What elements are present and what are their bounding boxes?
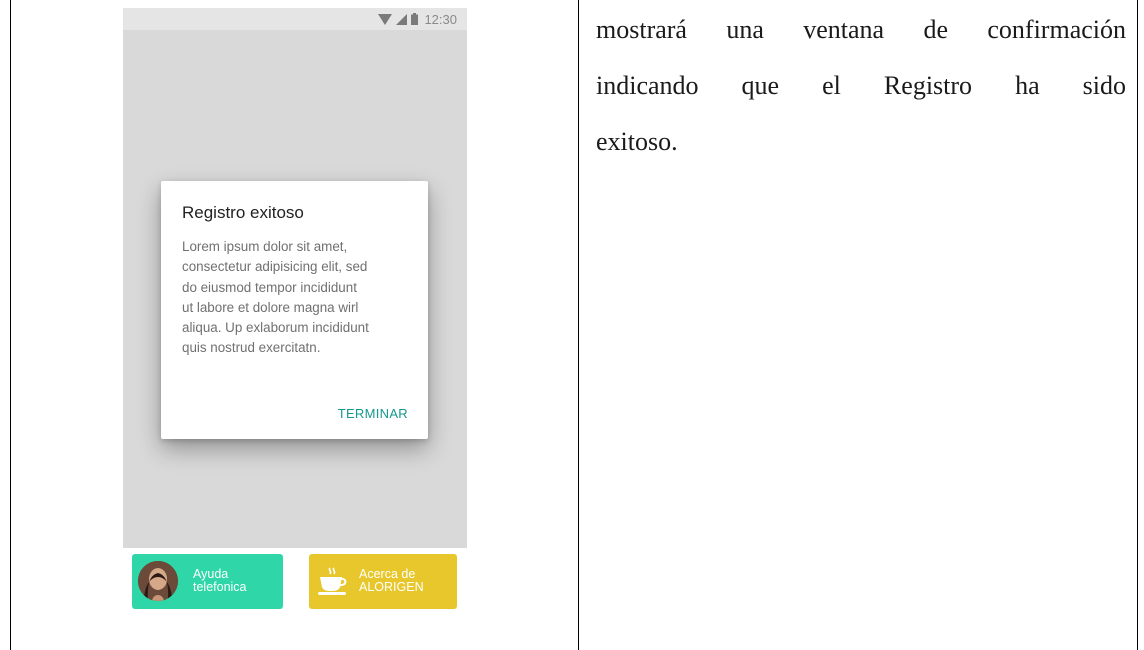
terminar-button[interactable]: TERMINAR <box>338 406 408 421</box>
wifi-icon <box>378 13 393 25</box>
bottom-bar: Ayuda telefonica Acerca de ALORIGEN <box>123 548 467 612</box>
dialog-body-line: ut labore et dolore magna wirl <box>182 299 359 315</box>
paragraph-line: indicando que el Registro ha sido <box>596 71 1126 100</box>
table-border-right <box>1137 0 1138 650</box>
about-button[interactable]: Acerca de ALORIGEN <box>309 554 457 609</box>
status-icons <box>378 13 419 25</box>
dialog-body-line: consectetur adipisicing elit, sed <box>182 259 368 275</box>
success-dialog: Registro exitoso Lorem ipsum dolor sit a… <box>161 181 428 439</box>
battery-icon <box>411 13 419 25</box>
description-paragraph: mostrará una ventana de confirmación ind… <box>596 2 1126 170</box>
table-border-middle <box>578 0 579 650</box>
dialog-title: Registro exitoso <box>182 203 304 222</box>
about-label-line2: ALORIGEN <box>359 580 424 594</box>
dialog-body: Lorem ipsum dolor sit amet, consectetur … <box>182 237 412 359</box>
status-bar: 12:30 <box>123 8 467 30</box>
help-button-label: Ayuda telefonica <box>193 568 247 594</box>
dialog-body-line: aliqua. Up exlaborum incididunt <box>182 320 369 336</box>
dialog-body-line: do eiusmod tempor incididunt <box>182 279 357 295</box>
status-time: 12:30 <box>424 11 457 27</box>
help-label-line2: telefonica <box>193 580 247 594</box>
about-button-label: Acerca de ALORIGEN <box>359 568 424 594</box>
signal-icon <box>396 13 408 25</box>
paragraph-line: exitoso. <box>596 127 678 156</box>
phone-help-button[interactable]: Ayuda telefonica <box>132 554 283 609</box>
paragraph-line: mostrará una ventana de confirmación <box>596 15 1126 44</box>
avatar <box>138 561 178 601</box>
table-border-left <box>10 0 11 650</box>
dialog-body-line: quis nostrud exercitatn. <box>182 340 321 356</box>
dialog-body-line: Lorem ipsum dolor sit amet, <box>182 239 348 254</box>
coffee-cup-icon <box>318 567 347 595</box>
phone-screenshot: 12:30 Registro exitoso Lorem ipsum dolor… <box>123 8 467 612</box>
